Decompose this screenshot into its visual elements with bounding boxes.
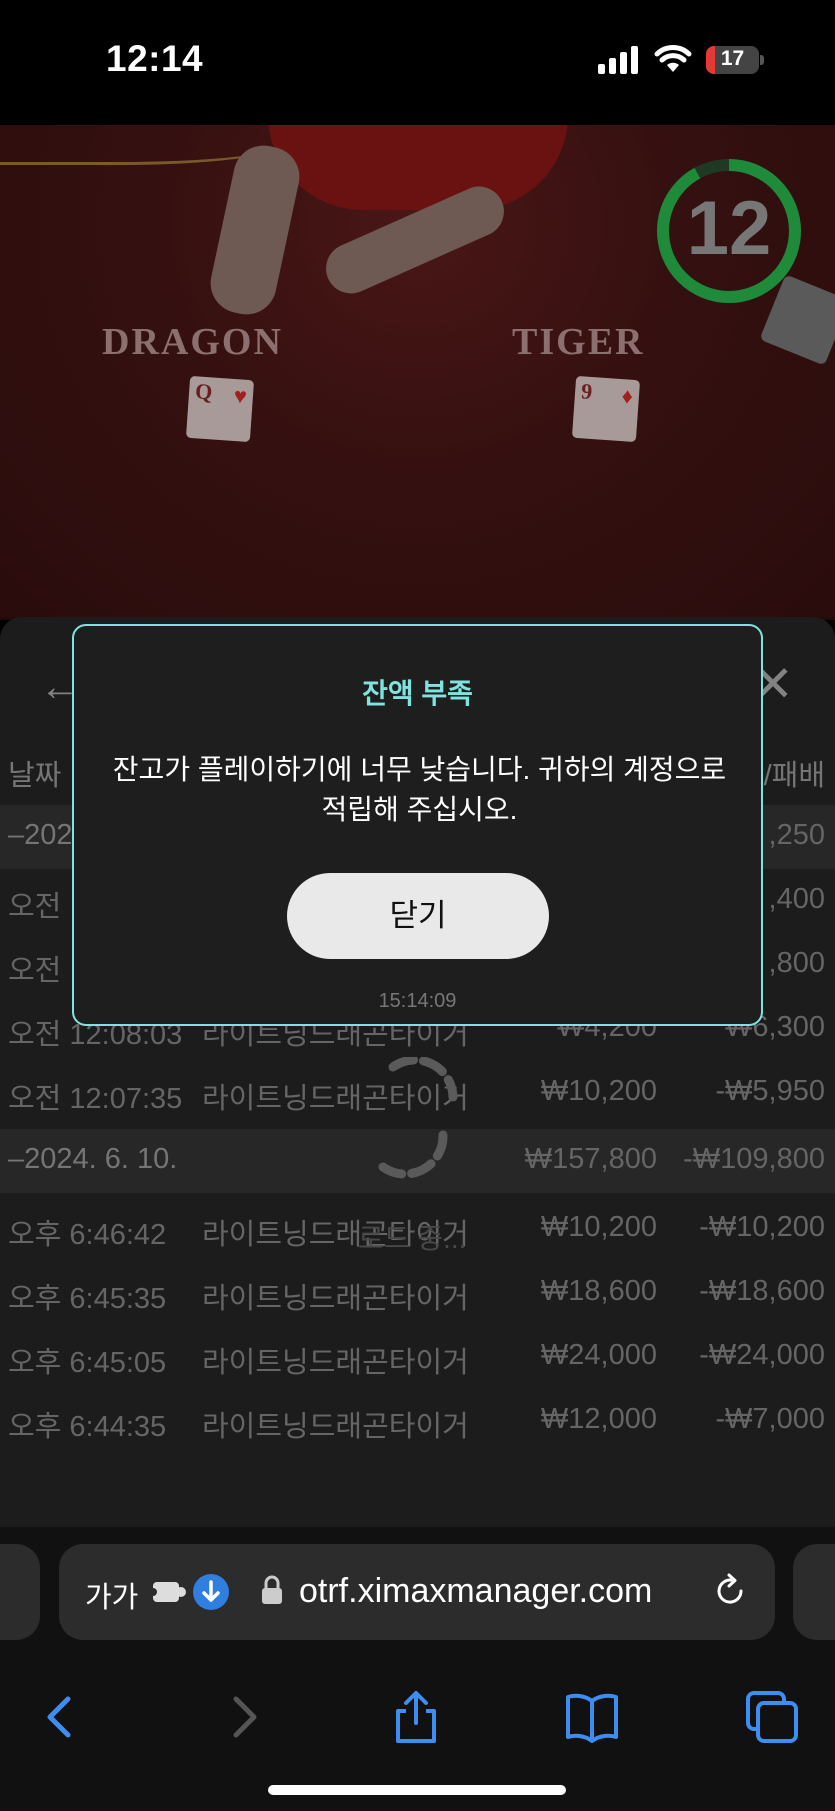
extension-puzzle-icon[interactable] xyxy=(151,1574,191,1608)
status-time: 12:14 xyxy=(106,38,204,79)
diamond-suit-icon: ♦ xyxy=(620,383,634,409)
back-icon[interactable] xyxy=(32,1687,92,1747)
game-video: 12 DRAGON TIGER Q ♥ 9 ♦ xyxy=(0,125,835,620)
bookmarks-icon[interactable] xyxy=(562,1687,622,1747)
share-icon[interactable] xyxy=(386,1687,446,1747)
tiger-card: 9 ♦ xyxy=(571,375,641,443)
previous-tab-peek[interactable] xyxy=(0,1544,40,1640)
reload-icon[interactable] xyxy=(711,1572,749,1610)
forward-icon[interactable] xyxy=(212,1687,272,1747)
battery-icon: 17 xyxy=(706,46,764,74)
cellular-signal-icon xyxy=(598,46,638,74)
battery-level: 17 xyxy=(720,47,745,70)
dragon-card: Q ♥ xyxy=(185,375,255,443)
dialog-title: 잔액 부족 xyxy=(362,678,473,709)
dialog-message: 잔고가 플레이하기에 너무 낮습니다. 귀하의 계정으로 적립해 주십시오. xyxy=(112,754,727,825)
url-text[interactable]: otrf.ximaxmanager.com xyxy=(299,1572,652,1611)
wifi-icon xyxy=(654,45,692,72)
countdown-timer: 12 xyxy=(686,186,772,271)
tiger-label: TIGER xyxy=(512,321,645,363)
text-size-button[interactable]: 가가 xyxy=(85,1574,138,1616)
dialog-timestamp: 15:14:09 xyxy=(378,990,457,1012)
home-indicator[interactable] xyxy=(268,1785,566,1795)
dragon-label: DRAGON xyxy=(102,321,283,363)
next-tab-peek[interactable] xyxy=(793,1544,835,1640)
download-icon[interactable] xyxy=(193,1574,229,1610)
address-bar[interactable]: 가가 otrf.ximaxmanager.com xyxy=(59,1544,775,1640)
dealer xyxy=(268,125,568,210)
lock-icon xyxy=(262,1575,282,1604)
heart-suit-icon: ♥ xyxy=(233,382,248,409)
browser-toolbar: 가가 otrf.ximaxmanager.com xyxy=(0,1527,835,1811)
close-button[interactable]: 닫기 xyxy=(287,873,549,959)
insufficient-balance-dialog: 잔액 부족 잔고가 플레이하기에 너무 낮습니다. 귀하의 계정으로 적립해 주… xyxy=(72,624,763,1026)
tabs-icon[interactable] xyxy=(742,1687,802,1747)
status-bar: 12:14 17 xyxy=(0,0,835,125)
